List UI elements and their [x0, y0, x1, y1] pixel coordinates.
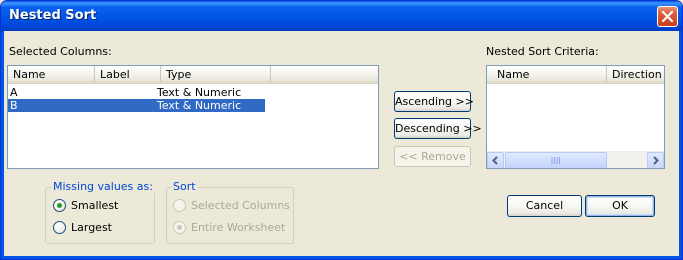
- descending-button[interactable]: Descending >>: [394, 118, 482, 139]
- radio-label: Largest: [71, 221, 112, 234]
- column-header-name[interactable]: Name: [487, 66, 607, 83]
- sort-title: Sort: [171, 180, 198, 193]
- title-bar[interactable]: Nested Sort: [1, 1, 682, 31]
- cell-type: Text & Numeric: [157, 86, 242, 99]
- radio-indicator[interactable]: [53, 221, 66, 234]
- column-header-name[interactable]: Name: [8, 66, 95, 83]
- selected-columns-label: Selected Columns:: [9, 45, 112, 58]
- column-header-label[interactable]: Label: [95, 66, 161, 83]
- list-header: Name Direction: [487, 66, 664, 84]
- scroll-left-button[interactable]: [487, 152, 504, 168]
- horizontal-scrollbar[interactable]: [487, 151, 664, 168]
- scroll-thumb[interactable]: [505, 152, 607, 168]
- close-icon: [662, 11, 673, 22]
- radio-indicator[interactable]: [173, 199, 186, 212]
- scroll-right-button[interactable]: [647, 152, 664, 168]
- cancel-button[interactable]: Cancel: [507, 195, 582, 217]
- radio-label: Smallest: [71, 199, 119, 212]
- radio-label: Selected Columns: [191, 199, 291, 212]
- column-header-type[interactable]: Type: [161, 66, 271, 83]
- nested-sort-criteria-label: Nested Sort Criteria:: [486, 45, 599, 58]
- nested-sort-dialog: Nested Sort Selected Columns: Name Label…: [0, 0, 683, 260]
- chevron-left-icon: [492, 156, 498, 165]
- sort-group: Sort Selected Columns Entire Worksheet: [166, 180, 294, 244]
- cell-name: B: [10, 99, 18, 112]
- ascending-button[interactable]: Ascending >>: [394, 91, 474, 112]
- cell-name: A: [10, 86, 18, 99]
- frame-right: [679, 31, 682, 259]
- table-row[interactable]: A Text & Numeric: [8, 86, 265, 99]
- close-button[interactable]: [657, 6, 678, 27]
- window-title: Nested Sort: [9, 8, 97, 23]
- grip-icon: [551, 157, 560, 164]
- radio-indicator[interactable]: [173, 221, 186, 234]
- frame-left: [1, 31, 4, 259]
- cell-type: Text & Numeric: [157, 99, 242, 112]
- column-header-filler: [271, 66, 378, 83]
- radio-label: Entire Worksheet: [191, 221, 286, 234]
- missing-values-title: Missing values as:: [51, 180, 155, 193]
- remove-button[interactable]: << Remove: [394, 146, 471, 167]
- chevron-right-icon: [653, 156, 659, 165]
- radio-indicator[interactable]: [53, 199, 66, 212]
- nested-sort-criteria-list[interactable]: Name Direction: [486, 65, 665, 169]
- ok-button[interactable]: OK: [585, 195, 655, 217]
- table-row[interactable]: B Text & Numeric: [8, 99, 265, 112]
- selected-columns-list[interactable]: Name Label Type A Text & Numeric B Text …: [7, 65, 379, 169]
- frame-bottom: [1, 256, 682, 259]
- list-header: Name Label Type: [8, 66, 378, 84]
- column-header-direction[interactable]: Direction: [607, 66, 664, 83]
- missing-values-group: Missing values as: Smallest Largest: [45, 180, 155, 244]
